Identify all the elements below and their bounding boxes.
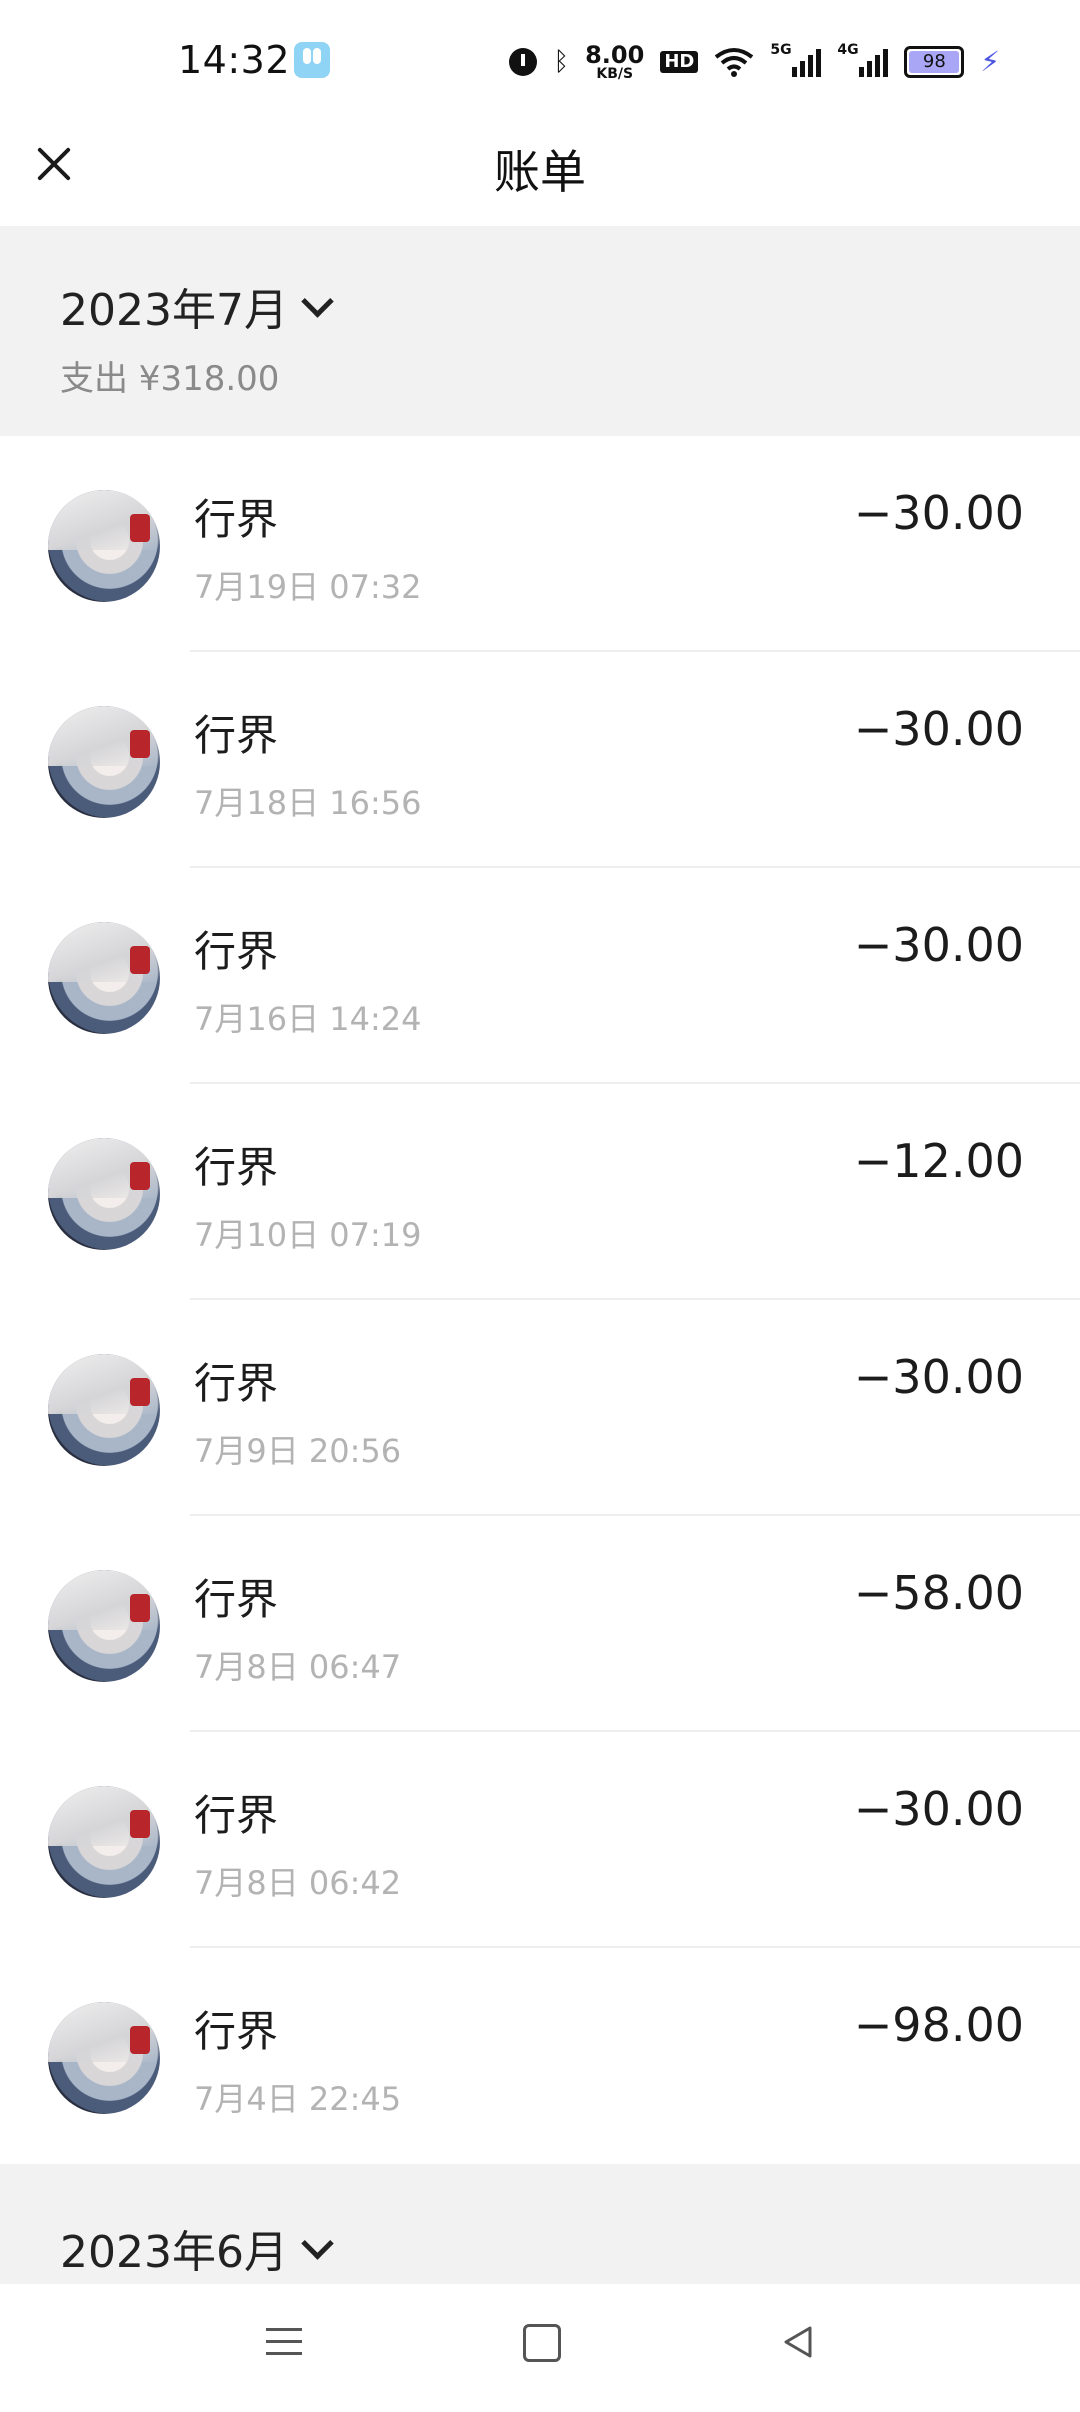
month-summary-july: 2023年7月 支出 ¥318.00	[0, 226, 1080, 436]
recent-apps-icon[interactable]	[266, 2324, 302, 2360]
avatar	[48, 706, 160, 818]
month-expense-total: 支出 ¥318.00	[60, 359, 280, 399]
hd-voice-icon: HD	[660, 51, 699, 73]
transaction-time: 7月9日 20:56	[194, 1432, 402, 1470]
merchant-name: 行界	[194, 1791, 279, 1840]
transaction-time: 7月10日 07:19	[194, 1216, 422, 1254]
page-header: 账单	[0, 120, 1080, 226]
transaction-row[interactable]: 行界 7月9日 20:56 −30.00	[0, 1300, 1080, 1516]
signal-5g-icon: 5G	[770, 43, 822, 77]
back-icon[interactable]	[780, 2324, 816, 2360]
transaction-amount: −58.00	[853, 1566, 1024, 1620]
avatar	[48, 1354, 160, 1466]
system-nav-bar	[0, 2284, 1080, 2412]
page-title: 账单	[494, 145, 586, 199]
merchant-name: 行界	[194, 1143, 279, 1192]
avatar	[48, 1570, 160, 1682]
transaction-amount: −98.00	[853, 1998, 1024, 2052]
status-icons: ᛒ 8.00 KB/S HD 5G 4G 98 ⚡	[509, 40, 1000, 84]
month-label: 2023年7月	[60, 285, 288, 336]
wifi-icon	[714, 47, 754, 77]
transaction-row[interactable]: 行界 7月4日 22:45 −98.00	[0, 1948, 1080, 2164]
month-selector[interactable]: 2023年7月	[60, 274, 334, 338]
transaction-time: 7月8日 06:47	[194, 1648, 402, 1686]
transaction-time: 7月18日 16:56	[194, 784, 422, 822]
transaction-amount: −30.00	[853, 918, 1024, 972]
transaction-row[interactable]: 行界 7月19日 07:32 −30.00	[0, 436, 1080, 652]
transaction-time: 7月16日 14:24	[194, 1000, 422, 1038]
month-summary-june: 2023年6月	[0, 2164, 1080, 2284]
month-selector[interactable]: 2023年6月	[60, 2216, 334, 2280]
status-bar: 14:32 ᛒ 8.00 KB/S HD 5G 4G 98 ⚡	[0, 0, 1080, 120]
transaction-amount: −30.00	[853, 486, 1024, 540]
chevron-down-icon	[301, 2226, 334, 2260]
signal-4g-label: 4G	[837, 42, 859, 58]
transaction-time: 7月4日 22:45	[194, 2080, 402, 2118]
avatar	[48, 490, 160, 602]
network-speed-value: 8.00	[585, 41, 645, 69]
avatar	[48, 2002, 160, 2114]
transaction-list: 行界 7月19日 07:32 −30.00 行界 7月18日 16:56 −30…	[0, 436, 1080, 2164]
merchant-name: 行界	[194, 1575, 279, 1624]
alarm-icon	[509, 48, 538, 76]
merchant-name: 行界	[194, 2007, 279, 2056]
transaction-row[interactable]: 行界 7月8日 06:42 −30.00	[0, 1732, 1080, 1948]
battery-level: 98	[922, 51, 946, 72]
app-notification-icon	[294, 42, 330, 78]
avatar	[48, 1138, 160, 1250]
merchant-name: 行界	[194, 1359, 279, 1408]
chevron-down-icon	[301, 284, 334, 318]
transaction-amount: −12.00	[853, 1134, 1024, 1188]
network-speed-unit: KB/S	[596, 66, 634, 82]
status-time: 14:32	[178, 38, 291, 82]
transaction-row[interactable]: 行界 7月10日 07:19 −12.00	[0, 1084, 1080, 1300]
transaction-row[interactable]: 行界 7月8日 06:47 −58.00	[0, 1516, 1080, 1732]
avatar	[48, 922, 160, 1034]
battery-icon: 98	[904, 46, 965, 78]
network-speed: 8.00 KB/S	[585, 43, 644, 81]
signal-5g-label: 5G	[770, 42, 792, 58]
transaction-time: 7月19日 07:32	[194, 568, 422, 606]
month-label: 2023年6月	[60, 2227, 288, 2278]
bluetooth-icon: ᛒ	[553, 47, 570, 77]
transaction-amount: −30.00	[853, 702, 1024, 756]
transaction-amount: −30.00	[853, 1350, 1024, 1404]
merchant-name: 行界	[194, 711, 279, 760]
home-icon[interactable]	[523, 2324, 561, 2362]
transaction-row[interactable]: 行界 7月16日 14:24 −30.00	[0, 868, 1080, 1084]
merchant-name: 行界	[194, 495, 279, 544]
transaction-time: 7月8日 06:42	[194, 1864, 402, 1902]
transaction-amount: −30.00	[853, 1782, 1024, 1836]
transaction-row[interactable]: 行界 7月18日 16:56 −30.00	[0, 652, 1080, 868]
signal-4g-icon: 4G	[837, 43, 889, 77]
merchant-name: 行界	[194, 927, 279, 976]
avatar	[48, 1786, 160, 1898]
charging-icon: ⚡	[980, 45, 1000, 78]
